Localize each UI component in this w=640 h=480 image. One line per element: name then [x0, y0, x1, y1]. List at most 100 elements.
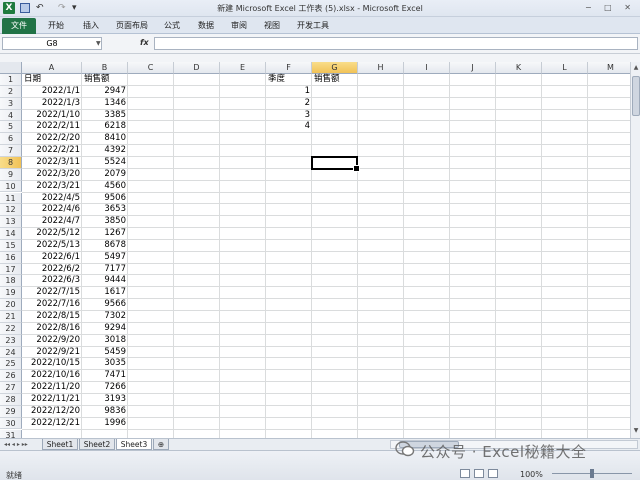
- column-header-k[interactable]: K: [496, 62, 542, 74]
- page-break-view-icon[interactable]: [488, 469, 498, 478]
- cell-amount[interactable]: 9836: [82, 406, 128, 418]
- cell-date[interactable]: 2022/2/20: [22, 133, 82, 145]
- cell-amount[interactable]: 2947: [82, 86, 128, 98]
- tab-data[interactable]: 数据: [198, 19, 214, 32]
- cell-amount[interactable]: 2079: [82, 169, 128, 181]
- column-header-e[interactable]: E: [220, 62, 266, 74]
- tab-formulas[interactable]: 公式: [164, 19, 180, 32]
- sheet-tab-3[interactable]: Sheet3: [116, 439, 152, 450]
- column-header-l[interactable]: L: [542, 62, 588, 74]
- column-header-b[interactable]: B: [82, 62, 128, 74]
- scroll-up-icon[interactable]: ▲: [632, 63, 640, 73]
- cell-amount[interactable]: 3385: [82, 110, 128, 122]
- row-header-3[interactable]: 3: [0, 97, 22, 110]
- cell-date[interactable]: 2022/4/6: [22, 204, 82, 216]
- row-header-27[interactable]: 27: [0, 382, 22, 394]
- column-header-a[interactable]: A: [22, 62, 82, 74]
- row-header-31[interactable]: 31: [0, 429, 22, 438]
- row-header-11[interactable]: 11: [0, 192, 22, 205]
- cell-quarter[interactable]: 4: [266, 121, 312, 133]
- sheet-tab-2[interactable]: Sheet2: [79, 439, 115, 450]
- row-header-19[interactable]: 19: [0, 287, 22, 300]
- cell-date[interactable]: 2022/4/5: [22, 193, 82, 205]
- cell-amount[interactable]: 3035: [82, 358, 128, 370]
- cell-date[interactable]: 2022/10/16: [22, 370, 82, 382]
- row-header-13[interactable]: 13: [0, 216, 22, 229]
- cell-a1-header[interactable]: 日期: [22, 74, 82, 86]
- cell-amount[interactable]: 3018: [82, 335, 128, 347]
- worksheet-grid[interactable]: ABCDEFGHIJKLM 1 2 3 4 5 6 7 8 9 10 11 12 13 14 15 16 17 1…: [0, 62, 630, 438]
- cell-f1-header[interactable]: 季度: [266, 74, 312, 86]
- cell-quarter[interactable]: 3: [266, 110, 312, 122]
- cell-amount[interactable]: 1267: [82, 228, 128, 240]
- cell-date[interactable]: 2022/6/2: [22, 264, 82, 276]
- cell-date[interactable]: 2022/8/15: [22, 311, 82, 323]
- cell-amount[interactable]: 4560: [82, 181, 128, 193]
- cell-date[interactable]: 2022/1/10: [22, 110, 82, 122]
- row-header-29[interactable]: 29: [0, 405, 22, 418]
- cell-date[interactable]: 2022/11/21: [22, 394, 82, 406]
- cell-date[interactable]: 2022/4/7: [22, 216, 82, 228]
- cell-amount[interactable]: 3193: [82, 394, 128, 406]
- tab-insert[interactable]: 插入: [83, 19, 99, 32]
- row-header-18[interactable]: 18: [0, 275, 22, 288]
- cell-date[interactable]: 2022/9/20: [22, 335, 82, 347]
- row-header-1[interactable]: 1: [0, 74, 22, 86]
- cell-amount[interactable]: 5524: [82, 157, 128, 169]
- column-header-i[interactable]: I: [404, 62, 450, 74]
- cell-amount[interactable]: 8678: [82, 240, 128, 252]
- row-header-16[interactable]: 16: [0, 251, 22, 264]
- cell-date[interactable]: 2022/2/21: [22, 145, 82, 157]
- row-header-6[interactable]: 6: [0, 133, 22, 146]
- row-header-25[interactable]: 25: [0, 358, 22, 371]
- row-header-28[interactable]: 28: [0, 393, 22, 406]
- row-header-2[interactable]: 2: [0, 85, 22, 98]
- cell-amount[interactable]: 9506: [82, 193, 128, 205]
- column-header-h[interactable]: H: [358, 62, 404, 74]
- vertical-scrollbar[interactable]: ▲ ▼: [630, 62, 640, 438]
- cell-amount[interactable]: 6218: [82, 121, 128, 133]
- cell-date[interactable]: 2022/3/21: [22, 181, 82, 193]
- row-header-14[interactable]: 14: [0, 228, 22, 240]
- page-layout-view-icon[interactable]: [474, 469, 484, 478]
- cell-amount[interactable]: 5459: [82, 347, 128, 359]
- window-controls[interactable]: − □ ✕: [585, 3, 636, 12]
- column-header-m[interactable]: M: [588, 62, 630, 74]
- cell-date[interactable]: 2022/6/1: [22, 252, 82, 264]
- tab-file[interactable]: 文件: [2, 18, 36, 34]
- column-header-d[interactable]: D: [174, 62, 220, 74]
- row-header-22[interactable]: 22: [0, 322, 22, 335]
- cell-amount[interactable]: 7177: [82, 264, 128, 276]
- row-header-9[interactable]: 9: [0, 168, 22, 181]
- tab-review[interactable]: 审阅: [231, 19, 247, 32]
- cell-amount[interactable]: 7471: [82, 370, 128, 382]
- tab-developer[interactable]: 开发工具: [297, 19, 329, 32]
- cell-g1-header[interactable]: 销售额: [312, 74, 358, 86]
- cell-amount[interactable]: 7302: [82, 311, 128, 323]
- cell-date[interactable]: 2022/10/15: [22, 358, 82, 370]
- row-header-21[interactable]: 21: [0, 311, 22, 323]
- insert-sheet-icon[interactable]: ⊕: [153, 439, 169, 450]
- name-box[interactable]: G8: [2, 37, 102, 50]
- normal-view-icon[interactable]: [460, 469, 470, 478]
- cell-b1-header[interactable]: 销售额: [82, 74, 128, 86]
- cell-date[interactable]: 2022/1/3: [22, 98, 82, 110]
- zoom-level[interactable]: 100%: [520, 470, 543, 479]
- cell-amount[interactable]: 9444: [82, 275, 128, 287]
- tab-page-layout[interactable]: 页面布局: [116, 19, 148, 32]
- cell-amount[interactable]: 3653: [82, 204, 128, 216]
- insert-function-icon[interactable]: fx: [140, 38, 149, 47]
- cell-amount[interactable]: 1996: [82, 418, 128, 430]
- vertical-scroll-thumb[interactable]: [632, 76, 640, 116]
- cell-date[interactable]: 2022/5/13: [22, 240, 82, 252]
- cell-date[interactable]: 2022/2/11: [22, 121, 82, 133]
- cell-amount[interactable]: 8410: [82, 133, 128, 145]
- column-header-g[interactable]: G: [312, 62, 358, 74]
- column-header-j[interactable]: J: [450, 62, 496, 74]
- cell-date[interactable]: 2022/7/16: [22, 299, 82, 311]
- active-cell-cursor[interactable]: [311, 155, 360, 172]
- cell-date[interactable]: 2022/9/21: [22, 347, 82, 359]
- scroll-down-icon[interactable]: ▼: [632, 426, 640, 436]
- zoom-slider-handle[interactable]: [590, 469, 594, 478]
- row-header-26[interactable]: 26: [0, 370, 22, 383]
